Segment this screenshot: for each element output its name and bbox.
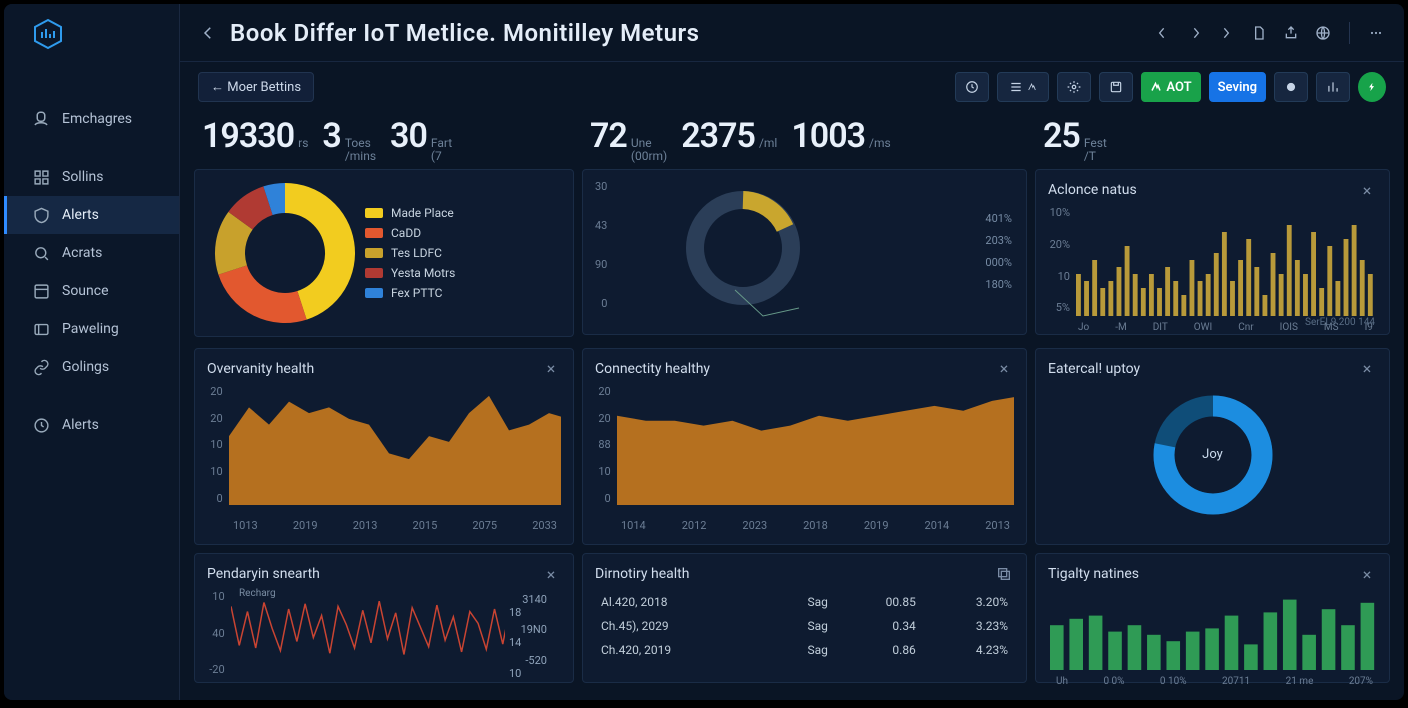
topbar: Book Differ IoT Metlice. Monitilley Metu…: [180, 4, 1404, 62]
kpi-group-right: 25Fest/T: [1035, 112, 1390, 169]
card-title: Aclonce natus: [1048, 182, 1137, 198]
nav-icon: [32, 168, 50, 186]
globe-icon[interactable]: [1313, 23, 1333, 43]
donut-center-label: Joy: [1202, 447, 1223, 462]
card-donut-1: Made Place CaDD Tes LDFC Yesta Motrs Fex PTT…: [194, 169, 574, 337]
nav-header: Emchagres: [4, 100, 179, 138]
nav-icon: [32, 358, 50, 376]
sidebar-item-sollins[interactable]: Sollins: [4, 158, 179, 196]
card-title: Dirnotiry health: [595, 566, 689, 582]
card-title: Connectity healthy: [595, 361, 710, 377]
close-icon[interactable]: ×: [1357, 359, 1377, 379]
legend-item: CaDD: [365, 226, 455, 240]
area-chart-connectity: [617, 385, 1014, 513]
tool-dark[interactable]: [1274, 72, 1308, 102]
tool-save[interactable]: [1099, 72, 1133, 102]
card-pendary: Pendaryin snearth× 1040-20 3140 1819N0 1…: [194, 553, 574, 683]
nav-label: Sollins: [62, 169, 103, 185]
card-connectity: Connectity healthy× 202088100 1014201220…: [582, 348, 1027, 546]
tool-gear[interactable]: [1057, 72, 1091, 102]
donut-chart-2: [613, 180, 873, 320]
legend-item: Yesta Motrs: [365, 266, 455, 280]
nav-label: Golings: [62, 359, 109, 375]
sidebar-item-paweling[interactable]: Paweling: [4, 310, 179, 348]
nav-label: Alerts: [62, 417, 99, 433]
card-title: Pendaryin snearth: [207, 566, 320, 582]
user-icon: [32, 110, 50, 128]
nav-label: Acrats: [62, 245, 102, 261]
nav-label: Sounce: [62, 283, 109, 299]
nav-fwd-icon[interactable]: [1185, 23, 1205, 43]
tool-clock[interactable]: [955, 72, 989, 102]
card-overvanity: Overvanity health× 202010100 10132019201…: [194, 348, 574, 546]
tool-bars[interactable]: [1316, 72, 1350, 102]
line-chart-pendary: [231, 590, 505, 680]
card-donut-2: 3043900 401%203%000%180%: [582, 169, 1027, 335]
area-chart-overvanity: [229, 385, 561, 513]
kpi: 30Fart(7: [390, 116, 452, 163]
page-title: Book Differ IoT Metlice. Monitilley Metu…: [230, 19, 1141, 47]
nav-icon: [32, 320, 50, 338]
close-icon[interactable]: ×: [541, 359, 561, 379]
btn-seving[interactable]: Seving: [1209, 72, 1266, 102]
card-dirnotiry: Dirnotiry health Al.420, 2018Sag00.853.2…: [582, 553, 1027, 683]
card-eatercall: Eatercal! uptoy × Joy: [1035, 348, 1390, 546]
layers-icon[interactable]: [994, 564, 1014, 584]
share-icon[interactable]: [1281, 23, 1301, 43]
bar-chart-tigalty: [1048, 590, 1378, 672]
table-row[interactable]: Ch.45), 2029Sag0.343.23%: [595, 614, 1014, 638]
donut-chart-1: [205, 178, 365, 328]
nav-icon: [32, 206, 50, 224]
table-dirnotiry: Al.420, 2018Sag00.853.20%Ch.45), 2029Sag…: [595, 590, 1014, 662]
nav-label: Paweling: [62, 321, 119, 337]
logo: [32, 18, 64, 50]
legend-item: Made Place: [365, 206, 455, 220]
sidebar: Emchagres Sollins Alerts Acrats Sounce Pawel…: [4, 4, 180, 700]
kpi: 72Une(00rm): [590, 116, 667, 163]
back-icon[interactable]: [198, 23, 218, 43]
card-tigalty: Tigalty natines× Uh0 0%0 10%2071121 me20…: [1035, 553, 1390, 683]
table-row[interactable]: Ch.420, 2019Sag0.864.23%: [595, 638, 1014, 662]
tool-bolt[interactable]: [1358, 72, 1386, 102]
nav-icon: [32, 416, 50, 434]
kpi-group-left: 19330rs 3Toes/mins 30Fart(7: [194, 112, 574, 169]
tool-list[interactable]: [997, 72, 1049, 102]
kpi: 1003/ms: [791, 116, 890, 156]
donut-legend: Made Place CaDD Tes LDFC Yesta Motrs Fex PTT…: [365, 206, 455, 300]
file-icon[interactable]: [1249, 23, 1269, 43]
legend-item: Fex PTTC: [365, 286, 455, 300]
btn-aot[interactable]: AOT: [1141, 72, 1200, 102]
close-icon[interactable]: ×: [1357, 564, 1377, 584]
nav-icon: [32, 244, 50, 262]
card-title: Eatercal! uptoy: [1048, 361, 1140, 377]
close-icon[interactable]: ×: [1357, 180, 1377, 200]
kpi-group-mid: 72Une(00rm) 2375/ml 1003/ms: [582, 112, 1027, 169]
toolbar: ← Moer Bettins AOT Seving: [180, 62, 1404, 112]
kpi: 2375/ml: [681, 116, 777, 156]
nav-back-icon[interactable]: [1153, 23, 1173, 43]
redo-icon[interactable]: [1217, 23, 1237, 43]
table-row[interactable]: Al.420, 2018Sag00.853.20%: [595, 590, 1014, 614]
legend-item: Tes LDFC: [365, 246, 455, 260]
kpi: 19330rs: [202, 116, 308, 156]
sidebar-item-sounce[interactable]: Sounce: [4, 272, 179, 310]
sidebar-item-acrats[interactable]: Acrats: [4, 234, 179, 272]
card-title: Overvanity health: [207, 361, 314, 377]
more-icon[interactable]: [1366, 23, 1386, 43]
nav-header-label: Emchagres: [62, 111, 132, 127]
kpi: 25Fest/T: [1043, 116, 1107, 163]
nav-icon: [32, 282, 50, 300]
sidebar-item-alerts[interactable]: Alerts: [4, 406, 179, 444]
bar-chart-aclonce: [1076, 206, 1376, 324]
close-icon[interactable]: ×: [541, 564, 561, 584]
kpi: 3Toes/mins: [322, 116, 376, 163]
breadcrumb[interactable]: ← Moer Bettins: [198, 72, 314, 102]
nav-label: Alerts: [62, 207, 99, 223]
card-aclonce: Aclonce natus× 10%20%105% Jo-MDITOWICnrI…: [1035, 169, 1390, 335]
sidebar-item-golings[interactable]: Golings: [4, 348, 179, 386]
sidebar-item-alerts[interactable]: Alerts: [4, 196, 179, 234]
card-title: Tigalty natines: [1048, 566, 1139, 582]
close-icon[interactable]: ×: [994, 359, 1014, 379]
